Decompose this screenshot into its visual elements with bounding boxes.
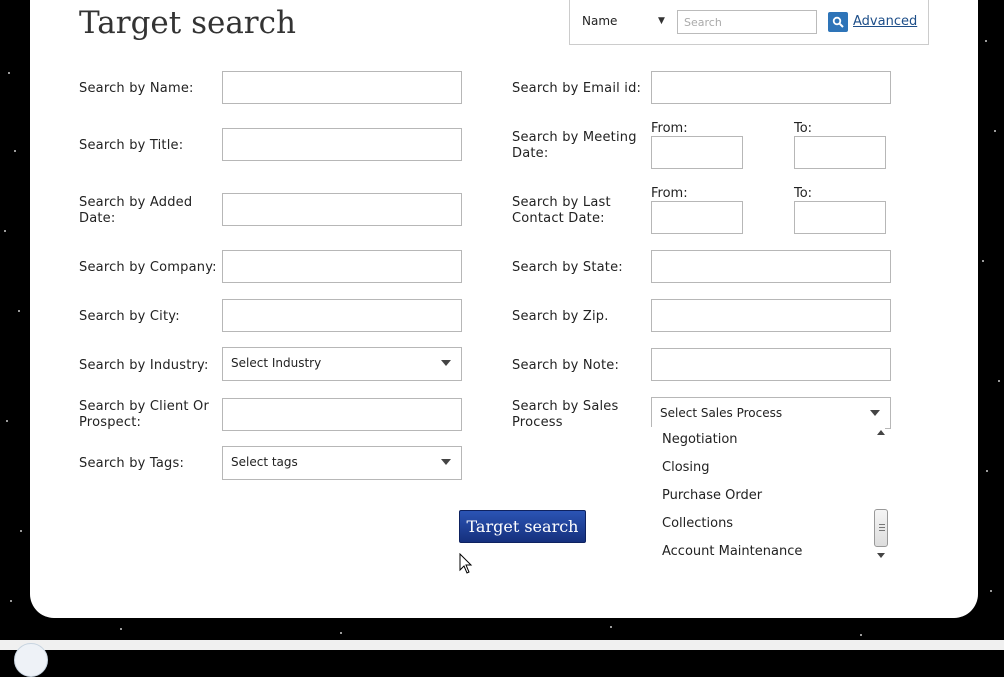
name-label: Search by Name: bbox=[79, 81, 194, 96]
name-input[interactable] bbox=[222, 71, 462, 104]
sales-process-dropdown: Negotiation Closing Purchase Order Colle… bbox=[651, 427, 885, 563]
last-contact-to-input[interactable] bbox=[794, 201, 886, 234]
tags-select[interactable]: Select tags bbox=[222, 446, 462, 480]
meeting-to-input[interactable] bbox=[794, 136, 886, 169]
city-label: Search by City: bbox=[79, 309, 180, 324]
client-prospect-input[interactable] bbox=[222, 398, 462, 431]
quick-search-input[interactable] bbox=[677, 10, 817, 34]
meeting-from-input[interactable] bbox=[651, 136, 743, 169]
chevron-down-icon bbox=[441, 360, 451, 366]
sales-option-collections[interactable]: Collections bbox=[662, 516, 733, 531]
taskbar bbox=[0, 640, 1004, 650]
email-input[interactable] bbox=[651, 71, 891, 104]
sales-process-select[interactable]: Select Sales Process bbox=[651, 397, 891, 429]
company-input[interactable] bbox=[222, 250, 462, 283]
search-icon bbox=[832, 16, 844, 28]
sales-process-label: Search by Sales Process bbox=[512, 399, 619, 430]
chevron-down-icon[interactable]: ▼ bbox=[658, 16, 665, 26]
quick-search-box: Name ▼ Advanced bbox=[569, 0, 929, 45]
meeting-to-label: To: bbox=[794, 121, 813, 136]
email-label: Search by Email id: bbox=[512, 81, 642, 96]
meeting-from-label: From: bbox=[651, 121, 688, 136]
tags-select-value: Select tags bbox=[231, 455, 298, 469]
city-input[interactable] bbox=[222, 299, 462, 332]
target-search-button[interactable]: Target search bbox=[459, 510, 586, 543]
scroll-up-icon[interactable] bbox=[877, 430, 885, 435]
quick-search-field-select[interactable]: Name bbox=[582, 14, 617, 28]
industry-select-value: Select Industry bbox=[231, 356, 322, 370]
last-contact-from-input[interactable] bbox=[651, 201, 743, 234]
mouse-cursor-icon bbox=[459, 553, 473, 574]
scroll-down-icon[interactable] bbox=[877, 553, 885, 558]
sales-process-select-value: Select Sales Process bbox=[660, 406, 783, 420]
sales-option-account-maintenance[interactable]: Account Maintenance bbox=[662, 544, 802, 559]
sales-option-negotiation[interactable]: Negotiation bbox=[662, 432, 738, 447]
note-input[interactable] bbox=[651, 348, 891, 381]
added-date-label: Search by Added Date: bbox=[79, 195, 193, 226]
advanced-search-link[interactable]: Advanced bbox=[853, 14, 917, 29]
scrollbar-thumb[interactable] bbox=[874, 509, 888, 547]
note-label: Search by Note: bbox=[512, 358, 620, 373]
chevron-down-icon bbox=[441, 459, 451, 465]
meeting-date-label: Search by Meeting Date: bbox=[512, 130, 637, 161]
title-label: Search by Title: bbox=[79, 138, 184, 153]
last-contact-label: Search by Last Contact Date: bbox=[512, 195, 611, 226]
company-label: Search by Company: bbox=[79, 260, 217, 275]
chevron-down-icon bbox=[870, 410, 880, 416]
state-input[interactable] bbox=[651, 250, 891, 283]
search-panel: Target search Name ▼ Advanced Search by … bbox=[30, 0, 978, 618]
zip-label: Search by Zip. bbox=[512, 309, 609, 324]
start-orb-icon[interactable] bbox=[14, 643, 48, 677]
sales-option-purchase-order[interactable]: Purchase Order bbox=[662, 488, 762, 503]
client-prospect-label: Search by Client Or Prospect: bbox=[79, 399, 210, 430]
industry-label: Search by Industry: bbox=[79, 358, 209, 373]
state-label: Search by State: bbox=[512, 260, 623, 275]
title-input[interactable] bbox=[222, 128, 462, 161]
last-contact-to-label: To: bbox=[794, 186, 813, 201]
tags-label: Search by Tags: bbox=[79, 456, 185, 471]
zip-input[interactable] bbox=[651, 299, 891, 332]
industry-select[interactable]: Select Industry bbox=[222, 347, 462, 381]
last-contact-from-label: From: bbox=[651, 186, 688, 201]
added-date-input[interactable] bbox=[222, 193, 462, 226]
sales-option-closing[interactable]: Closing bbox=[662, 460, 710, 475]
page-title: Target search bbox=[79, 5, 296, 41]
dropdown-scrollbar[interactable] bbox=[874, 427, 890, 563]
search-button[interactable] bbox=[828, 12, 848, 32]
